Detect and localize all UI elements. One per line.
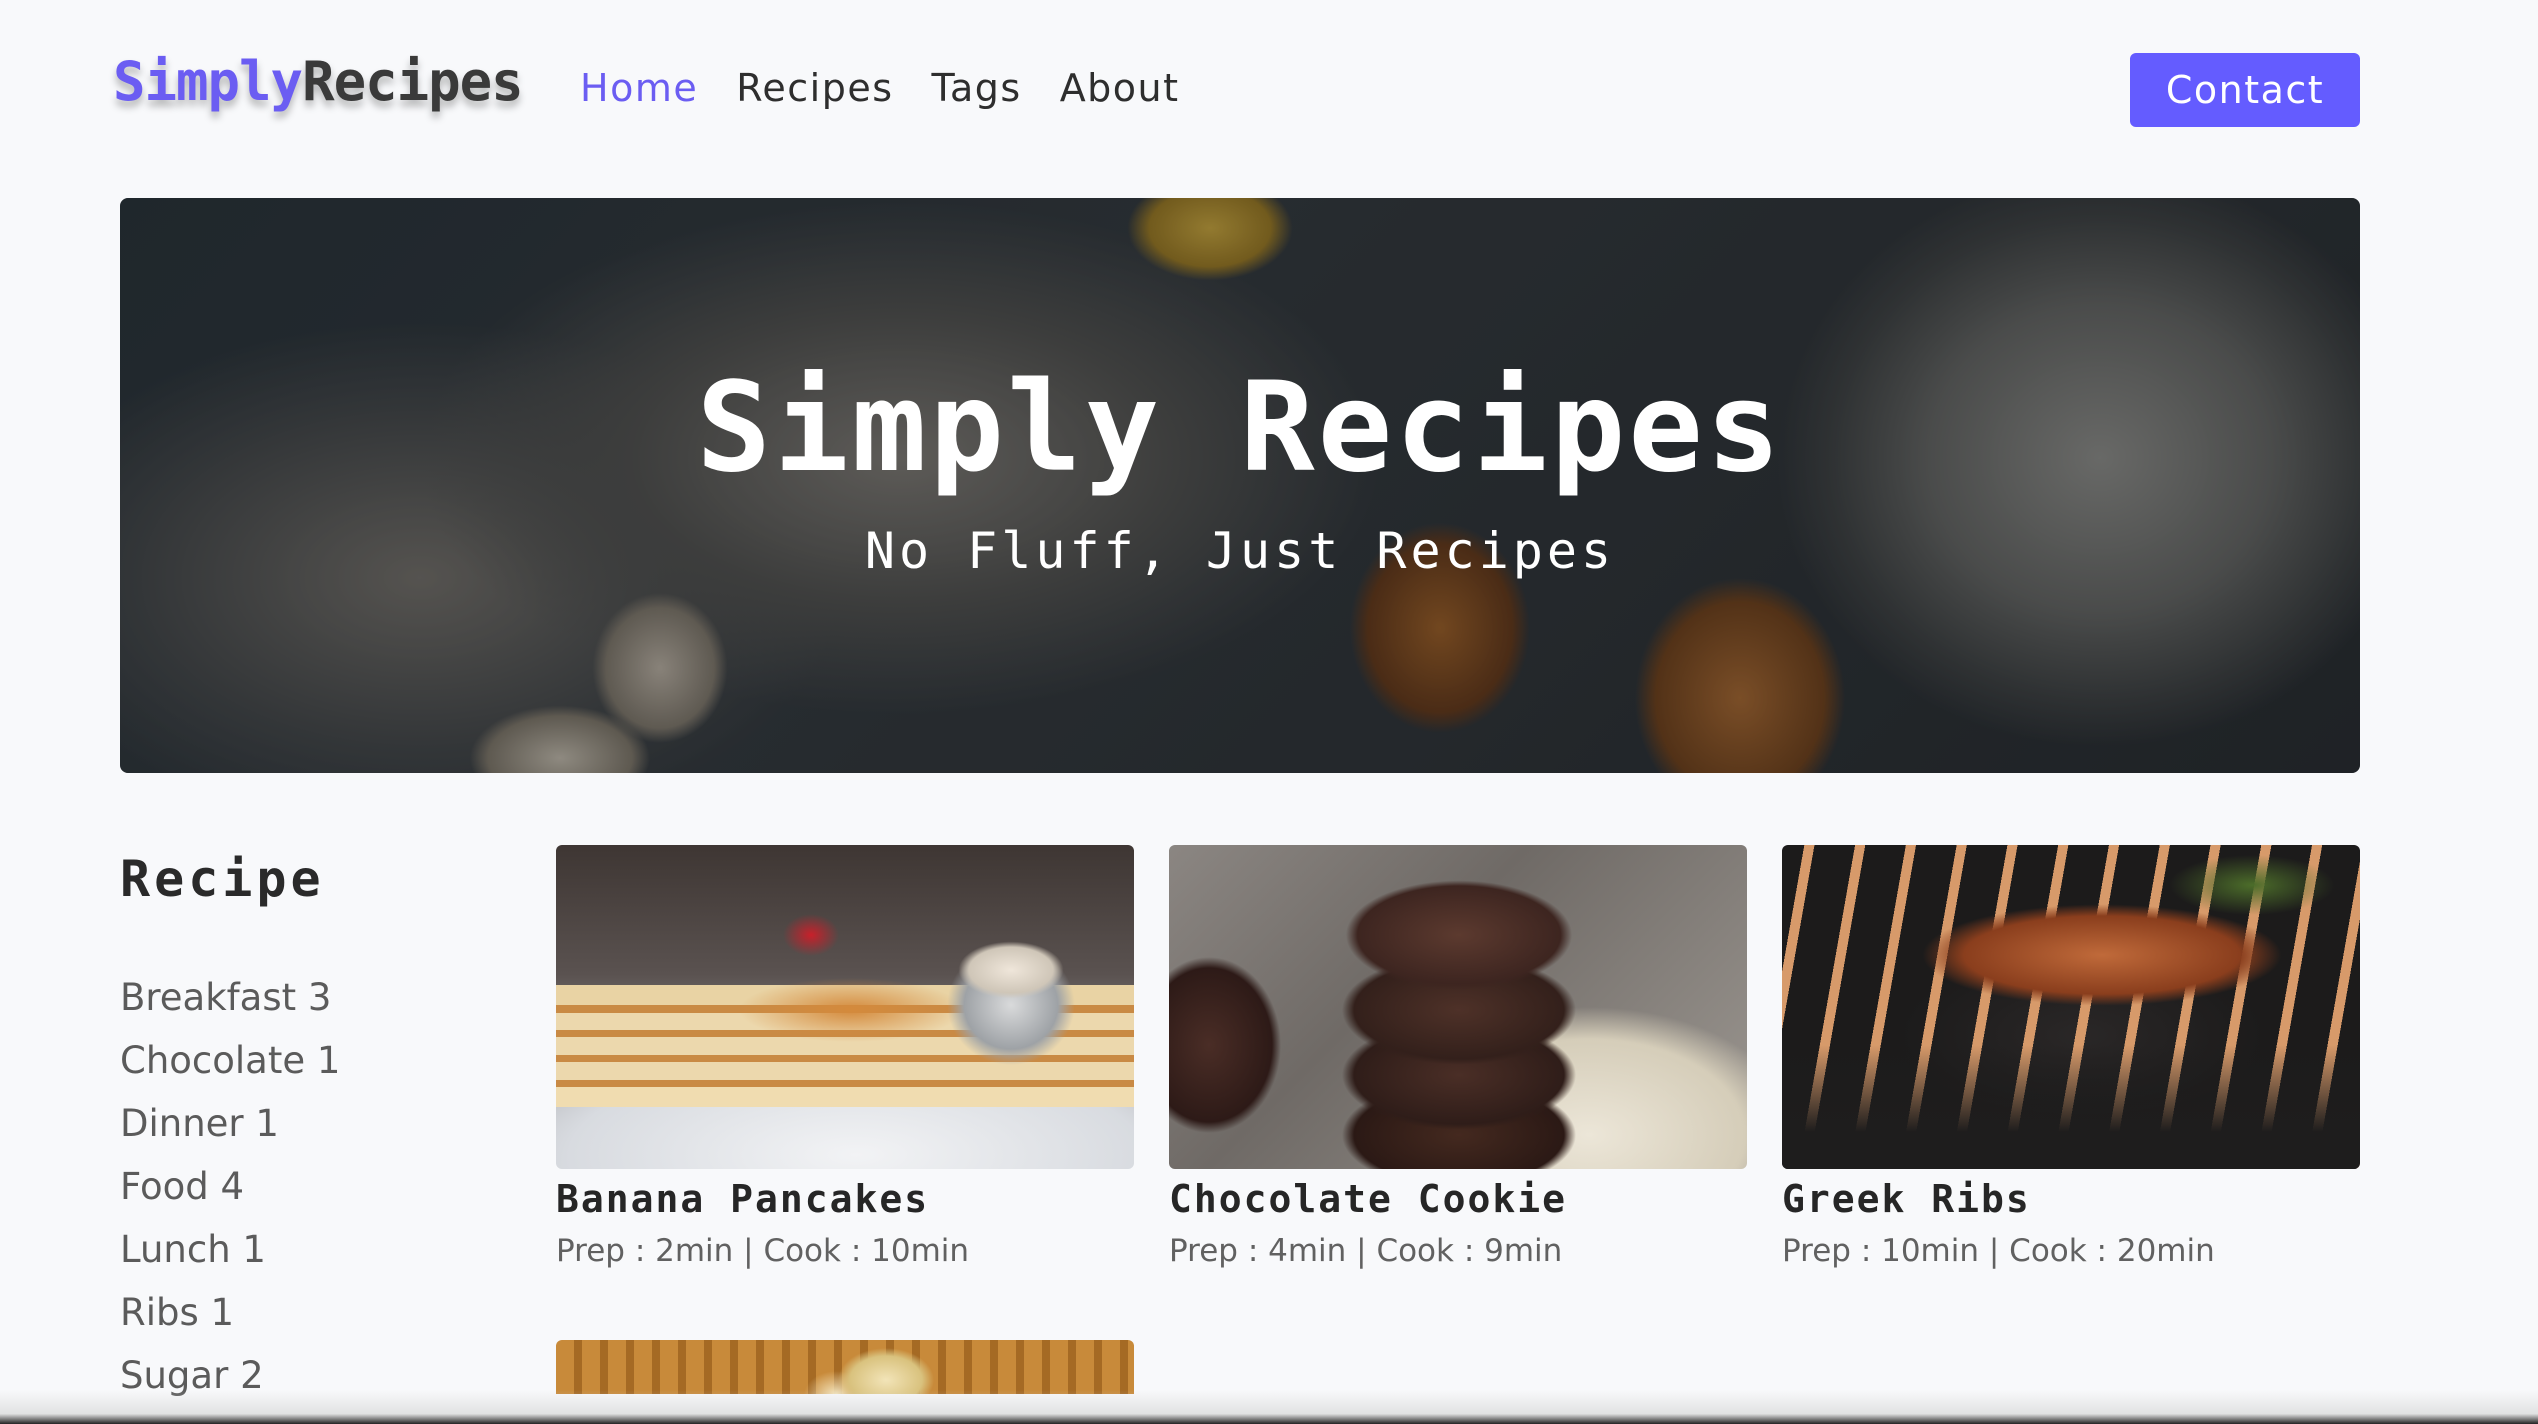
nav-link-recipes[interactable]: Recipes: [736, 66, 893, 110]
pancakes-photo[interactable]: [556, 845, 1134, 1169]
tag-item-dinner[interactable]: Dinner 1: [120, 1092, 500, 1155]
recipe-meta: Prep : 4min | Cook : 9min: [1169, 1233, 1563, 1269]
recipe-card-greek-ribs[interactable]: Greek Ribs Prep : 10min | Cook : 20min: [1782, 845, 2360, 1269]
tag-item-chocolate[interactable]: Chocolate 1: [120, 1029, 500, 1092]
navbar: SimplyRecipes Home Recipes Tags About Co…: [0, 0, 2538, 180]
recipe-meta: Prep : 10min | Cook : 20min: [1782, 1233, 2215, 1269]
tag-item-sugar[interactable]: Sugar 2: [120, 1344, 500, 1407]
ribs-shade: [1782, 1045, 2360, 1169]
logo-rest: Recipes: [302, 50, 524, 113]
page: SimplyRecipes Home Recipes Tags About Co…: [0, 0, 2538, 1424]
nav-links: Home Recipes Tags About: [580, 66, 1180, 110]
recipe-card-waffle[interactable]: [556, 1340, 1134, 1394]
site-logo[interactable]: SimplyRecipes: [113, 50, 524, 113]
tag-list: Breakfast 3 Chocolate 1 Dinner 1 Food 4 …: [120, 966, 500, 1407]
recipe-card-banana-pancakes[interactable]: Banana Pancakes Prep : 2min | Cook : 10m…: [556, 845, 1134, 1269]
tag-item-food[interactable]: Food 4: [120, 1155, 500, 1218]
waffle-photo[interactable]: [556, 1340, 1134, 1394]
nav-link-about[interactable]: About: [1060, 66, 1180, 110]
recipe-title[interactable]: Greek Ribs: [1782, 1177, 2360, 1221]
ribs-photo[interactable]: [1782, 845, 2360, 1169]
hero-subtitle: No Fluff, Just Recipes: [864, 522, 1616, 580]
tag-item-breakfast[interactable]: Breakfast 3: [120, 966, 500, 1029]
recipe-card-chocolate-cookie[interactable]: Chocolate Cookie Prep : 4min | Cook : 9m…: [1169, 845, 1747, 1269]
nav-link-tags[interactable]: Tags: [932, 66, 1022, 110]
nav-link-home[interactable]: Home: [580, 66, 698, 110]
tag-item-lunch[interactable]: Lunch 1: [120, 1218, 500, 1281]
tag-item-ribs[interactable]: Ribs 1: [120, 1281, 500, 1344]
hero-banner: Simply Recipes No Fluff, Just Recipes: [120, 198, 2360, 773]
sidebar-title: Recipe: [120, 850, 325, 908]
recipe-meta: Prep : 2min | Cook : 10min: [556, 1233, 970, 1269]
tags-sidebar: Recipe Breakfast 3 Chocolate 1 Dinner 1 …: [120, 850, 500, 1407]
contact-button[interactable]: Contact: [2130, 53, 2360, 127]
logo-accent: Simply: [113, 50, 303, 113]
recipe-title[interactable]: Chocolate Cookie: [1169, 1177, 1747, 1221]
recipe-title[interactable]: Banana Pancakes: [556, 1177, 1134, 1221]
hero-title: Simply Recipes: [696, 356, 1784, 500]
cookie-photo[interactable]: [1169, 845, 1747, 1169]
